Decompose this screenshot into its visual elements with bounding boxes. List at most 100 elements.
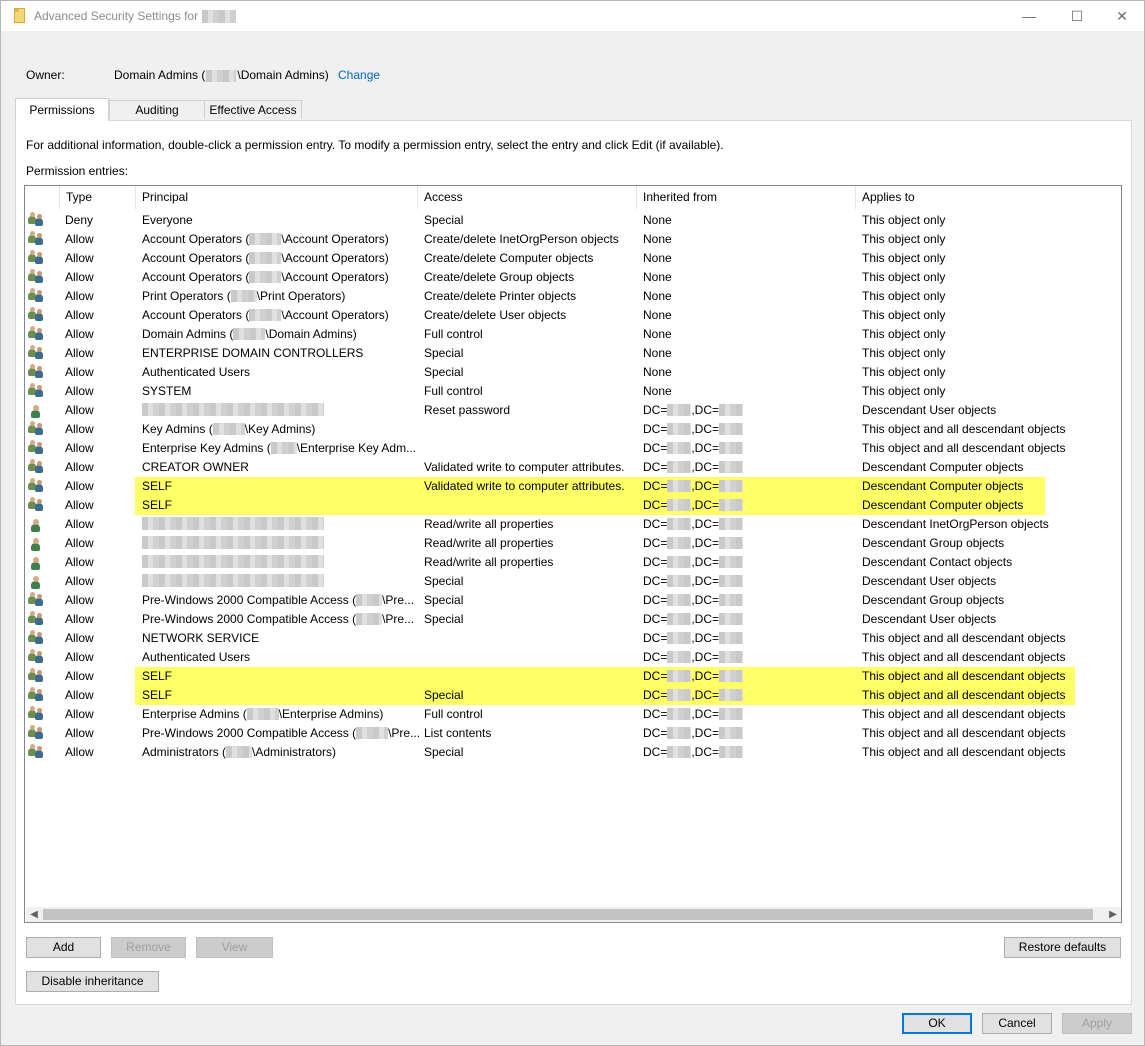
tab-auditing[interactable]: Auditing bbox=[109, 100, 205, 119]
group-icon bbox=[28, 744, 46, 760]
table-row[interactable]: Allow Administrators (\Administrators) Spe… bbox=[25, 743, 1121, 762]
access-cell: Create/delete Group objects bbox=[424, 270, 575, 284]
type-cell: Allow bbox=[65, 422, 94, 436]
maximize-button[interactable]: ☐ bbox=[1054, 1, 1100, 31]
table-row[interactable]: Allow Domain Admins (\Domain Admins) Full … bbox=[25, 325, 1121, 344]
principal-cell: Account Operators (\Account Operators) bbox=[142, 249, 420, 268]
row-icon-cell bbox=[28, 591, 48, 610]
principal-cell: SELF bbox=[142, 477, 420, 496]
column-header-type[interactable]: Type bbox=[60, 186, 136, 209]
table-row[interactable]: Allow Special DC= ,DC= Descendant User objec… bbox=[25, 572, 1121, 591]
applies-to-cell: Descendant User objects bbox=[862, 403, 997, 417]
applies-to-cell: Descendant Group objects bbox=[862, 536, 1005, 550]
scrollbar-thumb[interactable] bbox=[43, 909, 1093, 920]
close-button[interactable]: ✕ bbox=[1099, 1, 1145, 31]
add-button[interactable]: Add bbox=[26, 937, 101, 958]
table-row[interactable]: Allow Enterprise Key Admins (\Enterprise … bbox=[25, 439, 1121, 458]
redacted-name bbox=[356, 594, 383, 606]
table-row[interactable]: Allow Key Admins (\Key Admins) DC= ,DC= This… bbox=[25, 420, 1121, 439]
table-row[interactable]: Allow SELF DC= ,DC= Descendant Computer obje… bbox=[25, 496, 1121, 515]
table-row[interactable]: Allow Account Operators (\Account Operato… bbox=[25, 230, 1121, 249]
inherited-from-cell: DC= ,DC= bbox=[643, 515, 857, 534]
row-icon-cell bbox=[28, 743, 48, 762]
table-row[interactable]: Allow ENTERPRISE DOMAIN CONTROLLERS Specia… bbox=[25, 344, 1121, 363]
table-row[interactable]: Allow Pre-Windows 2000 Compatible Access … bbox=[25, 724, 1121, 743]
principal-text: CREATOR OWNER bbox=[142, 460, 249, 474]
permission-entries-list[interactable]: Type Principal Access Inherited from App… bbox=[24, 185, 1122, 923]
scroll-left-arrow-icon[interactable]: ◀ bbox=[26, 907, 42, 922]
applies-to-cell: This object only bbox=[862, 213, 946, 227]
principal-text: Print Operators ( bbox=[142, 289, 231, 303]
table-row[interactable]: Allow SELF Validated write to computer att… bbox=[25, 477, 1121, 496]
table-row[interactable]: Allow Enterprise Admins (\Enterprise Admi… bbox=[25, 705, 1121, 724]
table-row[interactable]: Allow SELF Special DC= ,DC= This object and a… bbox=[25, 686, 1121, 705]
applies-to-cell: This object only bbox=[862, 251, 946, 265]
table-row[interactable]: Allow Authenticated Users DC= ,DC= This obje… bbox=[25, 648, 1121, 667]
table-row[interactable]: Allow SYSTEM Full control None This object o… bbox=[25, 382, 1121, 401]
redacted-dc bbox=[667, 499, 692, 511]
inherited-from-cell: None bbox=[643, 213, 672, 227]
apply-button[interactable]: Apply bbox=[1062, 1013, 1132, 1034]
applies-to-cell: Descendant Computer objects bbox=[862, 498, 1024, 512]
table-row[interactable]: Allow Account Operators (\Account Operato… bbox=[25, 249, 1121, 268]
column-header-inherited-from[interactable]: Inherited from bbox=[637, 186, 856, 209]
principal-text: SELF bbox=[142, 479, 173, 493]
minimize-button[interactable]: — bbox=[1006, 1, 1052, 31]
redacted-dc bbox=[667, 575, 692, 587]
table-row[interactable]: Allow SELF DC= ,DC= This object and all desc… bbox=[25, 667, 1121, 686]
access-cell: Create/delete Computer objects bbox=[424, 251, 594, 265]
view-button[interactable]: View bbox=[196, 937, 273, 958]
redacted-dc bbox=[719, 670, 744, 682]
principal-cell: NETWORK SERVICE bbox=[142, 629, 420, 648]
redacted-dc bbox=[719, 518, 744, 530]
scroll-right-arrow-icon[interactable]: ▶ bbox=[1105, 907, 1121, 922]
table-row[interactable]: Allow Read/write all properties DC= ,DC= Des… bbox=[25, 534, 1121, 553]
ok-button[interactable]: OK bbox=[902, 1013, 972, 1034]
applies-to-cell: This object only bbox=[862, 346, 946, 360]
group-icon bbox=[28, 630, 46, 646]
table-row[interactable]: Allow Print Operators (\Print Operators) C… bbox=[25, 287, 1121, 306]
redacted-name bbox=[226, 746, 253, 758]
access-cell: Full control bbox=[424, 327, 483, 341]
row-icon-cell bbox=[28, 401, 48, 420]
restore-defaults-button[interactable]: Restore defaults bbox=[1004, 937, 1121, 958]
table-row[interactable]: Allow Read/write all properties DC= ,DC= Des… bbox=[25, 515, 1121, 534]
table-row[interactable]: Allow Authenticated Users Special None This … bbox=[25, 363, 1121, 382]
table-row[interactable]: Allow NETWORK SERVICE DC= ,DC= This object a… bbox=[25, 629, 1121, 648]
remove-button[interactable]: Remove bbox=[111, 937, 186, 958]
column-header-principal[interactable]: Principal bbox=[136, 186, 418, 209]
group-icon bbox=[28, 383, 46, 399]
user-icon bbox=[28, 537, 42, 551]
redacted-object-name bbox=[202, 10, 237, 24]
table-row[interactable]: Allow Account Operators (\Account Operato… bbox=[25, 306, 1121, 325]
applies-to-cell: This object only bbox=[862, 232, 946, 246]
horizontal-scrollbar[interactable]: ◀ ▶ bbox=[26, 907, 1121, 922]
redacted-dc bbox=[719, 423, 744, 435]
principal-text: \Account Operators) bbox=[281, 270, 389, 284]
table-row[interactable]: Allow Reset password DC= ,DC= Descendant Use… bbox=[25, 401, 1121, 420]
column-header-applies-to[interactable]: Applies to bbox=[856, 186, 1121, 209]
redacted-dc bbox=[667, 632, 692, 644]
change-owner-link[interactable]: Change bbox=[338, 68, 380, 82]
type-cell: Allow bbox=[65, 232, 94, 246]
tab-permissions[interactable]: Permissions bbox=[15, 98, 109, 121]
redacted-name bbox=[142, 555, 324, 568]
type-cell: Allow bbox=[65, 517, 94, 531]
row-icon-cell bbox=[28, 268, 48, 287]
table-row[interactable]: Allow CREATOR OWNER Validated write to com… bbox=[25, 458, 1121, 477]
cancel-button[interactable]: Cancel bbox=[982, 1013, 1052, 1034]
table-row[interactable]: Deny Everyone Special None This object only bbox=[25, 211, 1121, 230]
table-row[interactable]: Allow Read/write all properties DC= ,DC= Des… bbox=[25, 553, 1121, 572]
row-icon-cell bbox=[28, 458, 48, 477]
table-row[interactable]: Allow Pre-Windows 2000 Compatible Access … bbox=[25, 610, 1121, 629]
principal-cell bbox=[142, 515, 420, 534]
redacted-dc bbox=[719, 537, 744, 549]
column-header-access[interactable]: Access bbox=[418, 186, 637, 209]
inherited-from-cell: DC= ,DC= bbox=[643, 591, 857, 610]
disable-inheritance-button[interactable]: Disable inheritance bbox=[26, 971, 159, 992]
table-row[interactable]: Allow Pre-Windows 2000 Compatible Access … bbox=[25, 591, 1121, 610]
applies-to-cell: Descendant Group objects bbox=[862, 593, 1005, 607]
table-row[interactable]: Allow Account Operators (\Account Operato… bbox=[25, 268, 1121, 287]
inherited-from-cell: None bbox=[643, 384, 672, 398]
tab-effective-access[interactable]: Effective Access bbox=[204, 100, 302, 119]
